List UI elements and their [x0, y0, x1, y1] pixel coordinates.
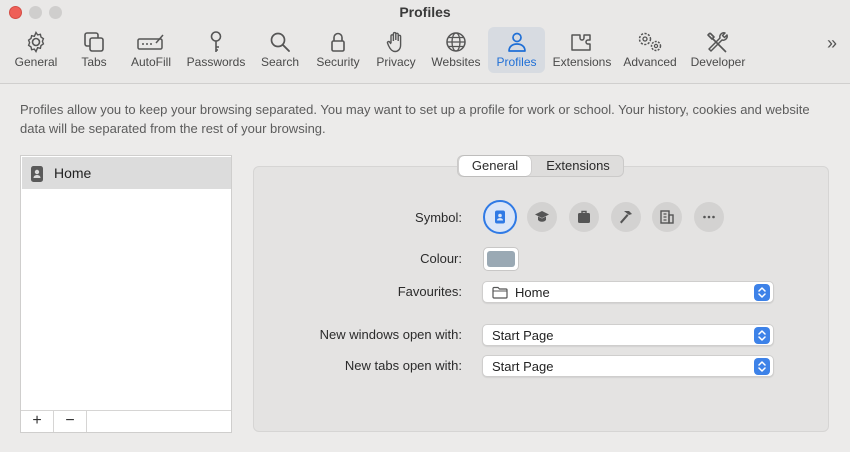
tab-advanced[interactable]: Advanced: [620, 27, 680, 73]
tab-privacy[interactable]: Privacy: [372, 27, 420, 73]
folder-icon: [492, 286, 508, 299]
add-profile-button[interactable]: +: [21, 411, 54, 432]
briefcase-icon: [578, 210, 590, 223]
list-footer: + −: [21, 410, 231, 432]
new-windows-select[interactable]: Start Page: [482, 324, 774, 346]
tab-label: Privacy: [376, 55, 416, 69]
profile-badge-icon: [31, 166, 43, 182]
hand-icon: [386, 31, 402, 53]
person-badge-icon: [495, 210, 505, 224]
magnifier-icon: [270, 32, 290, 52]
settings-segmented-control: General Extensions: [457, 155, 624, 177]
colour-well[interactable]: [483, 247, 519, 271]
tab-label: General: [14, 55, 58, 69]
building-icon: [660, 210, 674, 224]
more-tabs-chevron-icon[interactable]: »: [821, 30, 843, 56]
favourites-label: Favourites:: [397, 284, 462, 299]
more-icon: [703, 215, 715, 219]
colour-swatch: [487, 251, 515, 267]
favourites-value: Home: [515, 285, 550, 300]
symbol-briefcase[interactable]: [569, 202, 599, 232]
tab-label: Tabs: [81, 55, 107, 69]
hammer-icon: [620, 211, 632, 224]
chevron-updown-icon: [754, 284, 770, 301]
globe-icon: [446, 32, 466, 52]
symbol-building[interactable]: [652, 202, 682, 232]
gear-icon: [27, 31, 45, 53]
tab-search[interactable]: Search: [256, 27, 304, 73]
symbol-person-badge[interactable]: [483, 200, 517, 234]
tab-extensions-segment[interactable]: Extensions: [534, 156, 622, 176]
profiles-description: Profiles allow you to keep your browsing…: [20, 102, 810, 136]
puzzle-icon: [571, 34, 591, 51]
preferences-window: Profiles General Tabs AutoFill Passwords…: [0, 0, 850, 452]
symbol-more[interactable]: [694, 202, 724, 232]
gears-icon: [638, 32, 662, 52]
tabs-icon: [84, 32, 104, 52]
new-tabs-select[interactable]: Start Page: [482, 355, 774, 377]
lock-icon: [331, 32, 345, 52]
favourites-select[interactable]: Home: [482, 281, 774, 303]
tab-label: Advanced: [623, 55, 677, 69]
key-icon: [210, 31, 222, 52]
tab-label: AutoFill: [130, 55, 171, 69]
tab-general-segment[interactable]: General: [459, 156, 531, 176]
new-windows-label: New windows open with:: [319, 327, 462, 342]
tools-icon: [707, 32, 728, 53]
tab-websites[interactable]: Websites: [428, 27, 484, 73]
symbol-graduation-cap[interactable]: [527, 202, 557, 232]
tab-label: Developer: [690, 55, 746, 69]
graduation-cap-icon: [535, 211, 549, 222]
autofill-icon: [137, 34, 164, 50]
tab-general[interactable]: General: [8, 27, 64, 73]
tab-label: Profiles: [496, 55, 537, 69]
profile-name: Home: [54, 165, 92, 181]
tab-tabs[interactable]: Tabs: [68, 27, 120, 73]
tab-autofill[interactable]: AutoFill: [125, 27, 177, 73]
remove-profile-button[interactable]: −: [54, 411, 87, 432]
tab-security[interactable]: Security: [312, 27, 364, 73]
new-tabs-value: Start Page: [492, 359, 554, 374]
list-item[interactable]: Home: [22, 157, 231, 189]
colour-label: Colour:: [420, 251, 462, 266]
tab-label: Search: [260, 55, 300, 69]
symbol-label: Symbol:: [415, 210, 462, 225]
symbol-hammer[interactable]: [611, 202, 641, 232]
tab-label: Extensions: [552, 55, 612, 69]
new-windows-value: Start Page: [492, 328, 554, 343]
title-bar: Profiles General Tabs AutoFill Passwords…: [0, 0, 850, 84]
chevron-updown-icon: [754, 327, 770, 344]
person-icon: [507, 32, 526, 52]
new-tabs-label: New tabs open with:: [344, 358, 462, 373]
tab-label: Security: [316, 55, 360, 69]
profile-list: Home + −: [20, 155, 232, 433]
tab-extensions[interactable]: Extensions: [550, 27, 614, 73]
tab-passwords[interactable]: Passwords: [185, 27, 247, 73]
chevron-updown-icon: [754, 358, 770, 375]
tab-label: Passwords: [186, 55, 246, 69]
window-title: Profiles: [399, 4, 451, 20]
tab-profiles[interactable]: Profiles: [488, 27, 545, 73]
tab-label: Websites: [431, 55, 481, 69]
tab-developer[interactable]: Developer: [688, 27, 748, 73]
